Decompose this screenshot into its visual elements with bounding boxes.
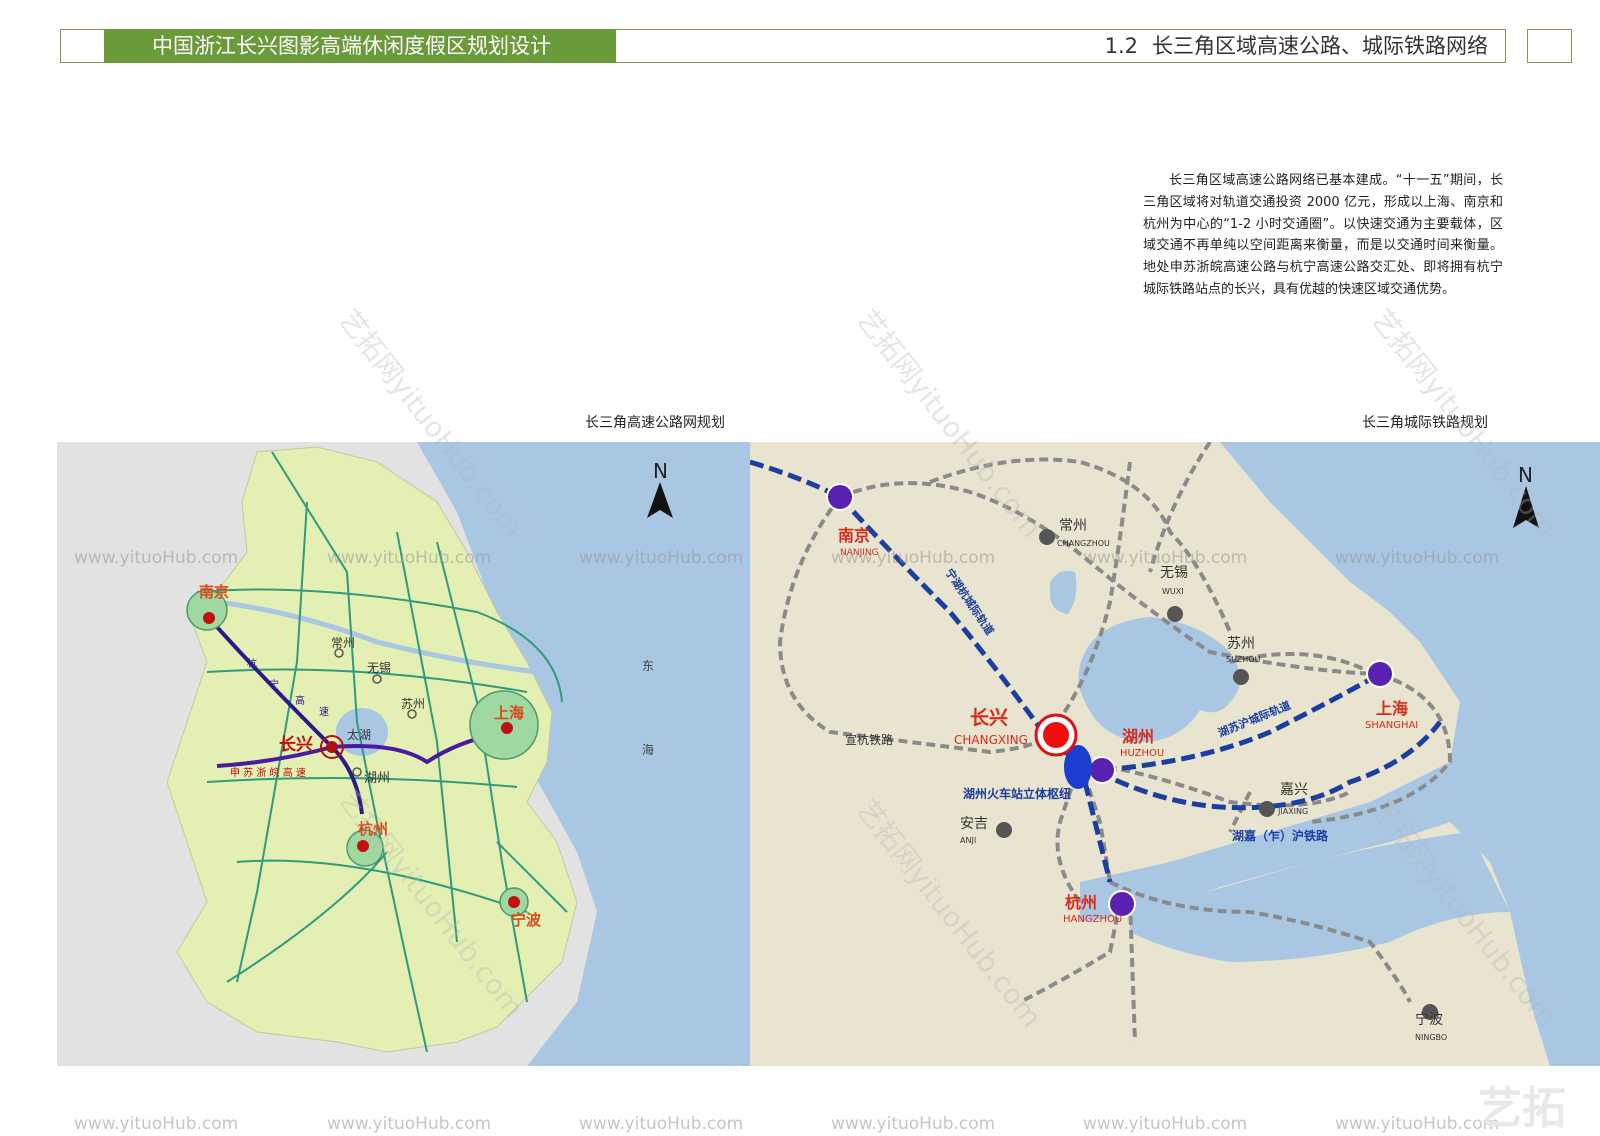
changxing-cn: 长兴 <box>970 707 1008 729</box>
ningbo-label: 宁波 <box>511 911 542 929</box>
changxing-label: 长兴 <box>279 734 313 755</box>
watermark-8: www.yituoHub.com <box>327 1114 492 1134</box>
watermark-5: www.yituoHub.com <box>1083 548 1248 568</box>
watermark-3: www.yituoHub.com <box>579 548 744 568</box>
hangning-char-3: 高 <box>295 694 305 707</box>
highway-map-title: 长三角高速公路网规划 <box>585 415 725 431</box>
changzhou-en: CHANGZHOU <box>1057 539 1110 548</box>
railway-map: 南京 NANJING 常州 CHANGZHOU 无锡 WUXI 苏州 SUZHO… <box>750 442 1600 1066</box>
sea-label-1: 东 <box>642 659 654 673</box>
watermark-7: www.yituoHub.com <box>74 1114 239 1134</box>
huzhou-label: 湖州 <box>364 771 390 786</box>
shensu-highway-label: 申 苏 浙 皖 高 速 <box>230 766 306 779</box>
changzhou-cn: 常州 <box>1059 518 1087 534</box>
taihu-label: 太湖 <box>347 727 371 742</box>
anji-dot <box>996 822 1012 838</box>
jiaxing-dot <box>1259 801 1275 817</box>
watermark-12: www.yituoHub.com <box>1335 1114 1500 1134</box>
hangzhou-en: HANGZHOU <box>1063 914 1122 925</box>
section-number: 1.2 <box>1104 34 1138 58</box>
hub-label: 湖州火车站立体枢纽 <box>963 786 1071 801</box>
huzhou-en: HUZHOU <box>1120 748 1164 759</box>
watermark-10: www.yituoHub.com <box>831 1114 996 1134</box>
changxing-station <box>1043 722 1069 748</box>
section-title: 长三角区域高速公路、城际铁路网络 <box>1152 34 1488 58</box>
changzhou-label: 常州 <box>331 636 355 650</box>
nanjing-cn: 南京 <box>838 526 870 545</box>
watermark-2: www.yituoHub.com <box>327 548 492 568</box>
huzhou-station <box>1088 756 1116 784</box>
section-heading: 1.2 长三角区域高速公路、城际铁路网络 <box>1105 29 1488 63</box>
hangning-char-1: 杭 <box>247 657 257 670</box>
suzhou-dot <box>1233 669 1249 685</box>
jiaxing-cn: 嘉兴 <box>1280 782 1308 798</box>
watermark-1: www.yituoHub.com <box>74 548 239 568</box>
ningbo-cn: 宁波 <box>1415 1011 1443 1028</box>
huzhou-cn: 湖州 <box>1122 727 1154 746</box>
suzhou-en: SUZHOU <box>1226 655 1261 664</box>
hangning-char-2: 宁 <box>269 678 279 691</box>
watermark-logo: 艺拓 <box>1478 1083 1566 1134</box>
anji-en: ANJI <box>960 836 976 845</box>
project-title: 中国浙江长兴图影高端休闲度假区规划设计 <box>104 29 616 63</box>
changzhou-dot <box>1039 529 1055 545</box>
highway-map: 南京 常州 无锡 苏州 上海 太湖 长兴 湖州 杭州 宁波 杭 宁 高 速 申 … <box>57 442 750 1066</box>
hangning-char-4: 速 <box>319 706 329 718</box>
changxing-en: CHANGXING <box>954 733 1028 747</box>
wuxi-en: WUXI <box>1162 587 1184 596</box>
shanghai-label: 上海 <box>494 704 524 722</box>
shanghai-station <box>1366 660 1394 688</box>
suzhou-label: 苏州 <box>401 697 425 711</box>
watermark-9: www.yituoHub.com <box>579 1114 744 1134</box>
hangzhou-cn: 杭州 <box>1065 893 1097 912</box>
nanjing-label: 南京 <box>199 583 229 601</box>
description-text: 长三角区域高速公路网络已基本建成。“十一五”期间，长三角区域将对轨道交通投资 2… <box>1143 173 1503 297</box>
page-corner-box <box>1527 29 1572 63</box>
shanghai-cn: 上海 <box>1376 699 1408 718</box>
shanghai-marker <box>501 722 513 734</box>
watermark-6: www.yituoHub.com <box>1335 548 1500 568</box>
xuanhang-label: 宣杭铁路 <box>845 732 893 747</box>
north-label: N <box>653 459 668 483</box>
watermark-4: www.yituoHub.com <box>831 548 996 568</box>
jiaxing-en: JIAXING <box>1277 807 1308 816</box>
wuxi-label: 无锡 <box>367 660 391 675</box>
changxing-dot <box>326 741 338 753</box>
shanghai-en: SHANGHAI <box>1365 720 1418 731</box>
nanjing-station <box>826 483 854 511</box>
suzhou-cn: 苏州 <box>1227 636 1255 652</box>
hujiahu-label: 湖嘉（乍）沪铁路 <box>1232 828 1329 843</box>
sea-label-2: 海 <box>642 742 654 757</box>
ningbo-en: NINGBO <box>1415 1033 1447 1042</box>
ningbo-marker <box>508 896 520 908</box>
watermark-11: www.yituoHub.com <box>1083 1114 1248 1134</box>
anji-cn: 安吉 <box>960 816 988 832</box>
nanjing-marker <box>203 612 215 624</box>
wuxi-dot <box>1167 606 1183 622</box>
